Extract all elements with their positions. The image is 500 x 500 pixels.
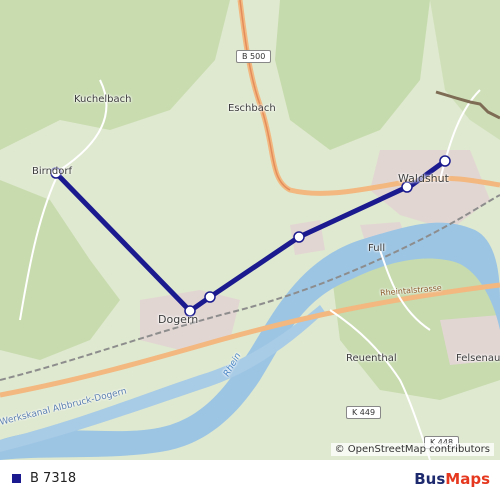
place-label-waldshut: Waldshut: [398, 172, 449, 185]
place-label-birndorf: Birndorf: [32, 166, 73, 177]
brand-part-1: Bus: [414, 470, 446, 488]
road-shield-k449: K 449: [346, 406, 382, 419]
route-layer: [50, 155, 451, 317]
place-label-reuenthal: Reuenthal: [346, 353, 397, 364]
brand-part-2: Maps: [445, 470, 490, 488]
place-label-dogern: Dogern: [158, 313, 199, 326]
map-canvas[interactable]: Kuchelbach Eschbach Birndorf Waldshut Fu…: [0, 0, 500, 460]
road-shield-b500: B 500: [236, 50, 272, 63]
bus-stop-marker[interactable]: [439, 155, 451, 167]
place-label-full: Full: [368, 243, 386, 254]
place-label-kuchelbach: Kuchelbach: [74, 94, 132, 105]
place-label-eschbach: Eschbach: [228, 103, 276, 114]
map-footer: B 7318 BusMaps: [0, 460, 500, 500]
bus-stop-marker[interactable]: [204, 291, 216, 303]
bus-stop-marker[interactable]: [293, 231, 305, 243]
place-label-felsenau: Felsenau: [456, 353, 500, 364]
route-color-swatch: [12, 474, 21, 483]
map-attribution[interactable]: © OpenStreetMap contributors: [330, 443, 494, 456]
route-legend-label: B 7318: [30, 471, 77, 486]
busmaps-logo[interactable]: BusMaps: [414, 470, 490, 488]
